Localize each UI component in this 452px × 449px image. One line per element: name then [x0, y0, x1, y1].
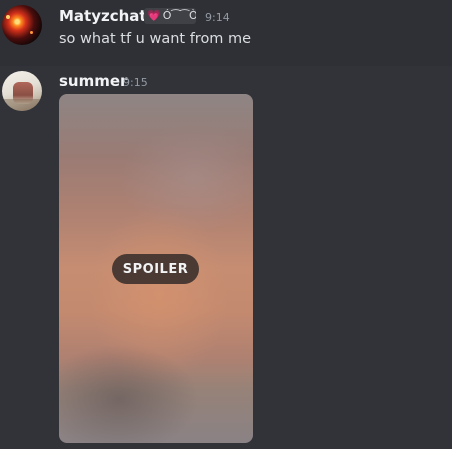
- chat-view: Matyzchaty 💗 Ó⁀⁀Ò 9:14 so what tf u want…: [0, 0, 452, 449]
- heart-icon: 💗: [147, 9, 161, 22]
- avatar[interactable]: [2, 5, 42, 45]
- avatar[interactable]: [2, 71, 42, 111]
- timestamp[interactable]: 9:15: [123, 76, 148, 89]
- spoiler-label[interactable]: SPOILER: [112, 254, 199, 284]
- spark-icon: [6, 15, 10, 19]
- message-content: so what tf u want from me: [59, 31, 252, 47]
- avatar-shade: [2, 99, 42, 111]
- timestamp[interactable]: 9:14: [205, 11, 230, 24]
- spoiler-image-attachment[interactable]: SPOILER: [59, 94, 253, 443]
- role-tag-text: Ó⁀⁀Ò: [162, 9, 196, 22]
- spark-icon: [30, 31, 33, 34]
- username[interactable]: Matyzchaty: [59, 7, 156, 25]
- username[interactable]: summer: [59, 72, 127, 90]
- role-tag[interactable]: 💗 Ó⁀⁀Ò: [144, 8, 196, 24]
- message-matyzchaty[interactable]: Matyzchaty 💗 Ó⁀⁀Ò 9:14 so what tf u want…: [0, 0, 452, 66]
